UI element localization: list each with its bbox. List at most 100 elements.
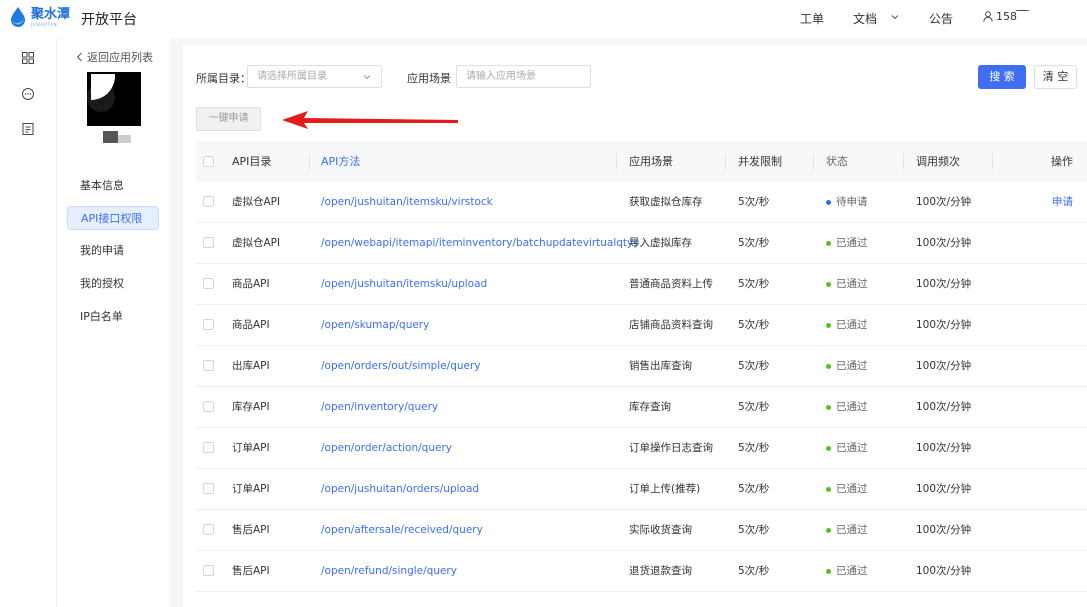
cell-method-link[interactable]: /open/skumap/query [321, 305, 429, 345]
header-method: API方法 [321, 155, 361, 168]
apps-grid-icon[interactable] [21, 51, 35, 65]
cell-limit: 5次/秒 [738, 360, 770, 372]
platform-title: 开放平台 [81, 12, 137, 28]
cell-method-link[interactable]: /open/aftersale/received/query [321, 510, 483, 550]
cell-limit: 5次/秒 [738, 442, 770, 454]
sidebar-item-api-permissions[interactable]: API接口权限 [67, 206, 159, 230]
cell-frequency: 100次/分钟 [916, 196, 972, 208]
cell-category: 售后API [232, 524, 270, 536]
cell-status: 已通过 [826, 510, 868, 550]
cell-scene: 店铺商品资料查询 [629, 319, 713, 331]
cell-method-link[interactable]: /open/refund/single/query [321, 551, 457, 591]
cell-apply-link[interactable]: 申请 [1027, 182, 1087, 222]
status-dot [826, 445, 831, 451]
cell-scene: 获取虚拟仓库存 [629, 196, 703, 208]
cell-category: 库存API [232, 401, 270, 413]
chat-icon[interactable] [21, 87, 35, 101]
clear-button[interactable]: 清 空 [1034, 65, 1077, 89]
cell-method-link[interactable]: /open/jushuitan/itemsku/virstock [321, 182, 493, 222]
back-to-app-list[interactable]: 返回应用列表 [76, 49, 153, 65]
cell-frequency: 100次/分钟 [916, 442, 972, 454]
cell-limit: 5次/秒 [738, 196, 770, 208]
icon-rail [0, 38, 57, 607]
search-button[interactable]: 搜 索 [978, 65, 1026, 89]
cell-scene: 退货退款查询 [629, 565, 692, 577]
cell-method-link[interactable]: /open/jushuitan/itemsku/upload [321, 264, 487, 304]
status-dot [826, 281, 831, 287]
sidebar-item-my-applications[interactable]: 我的申请 [67, 239, 159, 263]
logo-text: 聚水潭 [31, 6, 71, 22]
cell-status: 已通过 [826, 551, 868, 591]
cell-category: 商品API [232, 278, 270, 290]
nav-notice[interactable]: 公告 [929, 10, 953, 27]
nav-ticket[interactable]: 工单 [800, 10, 824, 27]
row-checkbox[interactable] [203, 524, 214, 535]
cell-status: 待申请 [826, 182, 868, 222]
table-row: 商品API/open/skumap/query 店铺商品资料查询 5次/秒 已通过 10… [196, 305, 1087, 346]
cell-status: 已通过 [826, 428, 868, 468]
cell-category: 商品API [232, 319, 270, 331]
status-text: 已通过 [836, 237, 868, 249]
table-header: API目录 API方法 应用场景 并发限制 状态 调用频次 操作 [196, 141, 1087, 182]
cell-scene: 库存查询 [629, 401, 671, 413]
select-all-checkbox[interactable] [203, 156, 214, 167]
document-icon[interactable] [21, 122, 35, 136]
row-checkbox[interactable] [203, 442, 214, 453]
cell-method-link[interactable]: /open/jushuitan/orders/upload [321, 469, 479, 509]
table-row: 库存API/open/inventory/query 库存查询 5次/秒 已通过 100… [196, 387, 1087, 428]
header-frequency: 调用频次 [916, 155, 960, 168]
logo[interactable]: 聚水潭 JUSHUITAN [8, 6, 70, 28]
cell-category: 售后API [232, 565, 270, 577]
water-drop-icon [8, 6, 28, 28]
cell-category: 订单API [232, 442, 270, 454]
row-checkbox[interactable] [203, 401, 214, 412]
header-operation: 操作 [1051, 155, 1073, 168]
cell-status: 已通过 [826, 305, 868, 345]
cell-frequency: 100次/分钟 [916, 401, 972, 413]
sidebar-item-my-authorizations[interactable]: 我的授权 [67, 272, 159, 296]
cell-frequency: 100次/分钟 [916, 319, 972, 331]
nav-docs[interactable]: 文档 [853, 10, 877, 27]
cell-method-link[interactable]: /open/order/action/query [321, 428, 452, 468]
sidebar-item-basic-info[interactable]: 基本信息 [67, 174, 159, 198]
top-bar: 聚水潭 JUSHUITAN 开放平台 工单 文档 公告 158 ͞ ͞ [0, 0, 1087, 38]
row-checkbox[interactable] [203, 196, 214, 207]
status-text: 已通过 [836, 524, 868, 536]
row-checkbox[interactable] [203, 483, 214, 494]
cell-limit: 5次/秒 [738, 237, 770, 249]
cell-limit: 5次/秒 [738, 278, 770, 290]
cell-status: 已通过 [826, 387, 868, 427]
row-checkbox[interactable] [203, 237, 214, 248]
cell-status: 已通过 [826, 469, 868, 509]
back-label: 返回应用列表 [87, 51, 153, 64]
status-text: 已通过 [836, 319, 868, 331]
cell-scene: 订单上传(推荐) [629, 483, 701, 495]
user-icon [983, 11, 993, 22]
status-dot [826, 199, 831, 205]
catalog-placeholder: 请选择所属目录 [257, 71, 327, 82]
cell-method-link[interactable]: /open/inventory/query [321, 387, 438, 427]
chevron-down-icon[interactable] [890, 12, 900, 22]
row-checkbox[interactable] [203, 360, 214, 371]
table-row: 虚拟仓API/open/webapi/itemapi/iteminventory… [196, 223, 1087, 264]
status-text: 已通过 [836, 401, 868, 413]
table-body: 虚拟仓API/open/jushuitan/itemsku/virstock 获取… [196, 182, 1087, 592]
row-checkbox[interactable] [203, 278, 214, 289]
cell-scene: 订单操作日志查询 [629, 442, 713, 454]
main-content: 所属目录： 请选择所属目录 应用场景 请输入应用场景 搜 索 清 空 一键申请 … [183, 45, 1087, 607]
sidebar-item-ip-whitelist[interactable]: IP白名单 [67, 305, 159, 329]
cell-limit: 5次/秒 [738, 565, 770, 577]
cell-method-link[interactable]: /open/orders/out/simple/query [321, 346, 481, 386]
cell-method-link[interactable]: /open/webapi/itemapi/iteminventory/batch… [321, 223, 639, 263]
row-checkbox[interactable] [203, 565, 214, 576]
cell-frequency: 100次/分钟 [916, 483, 972, 495]
scene-input[interactable]: 请输入应用场景 [456, 65, 591, 88]
cell-limit: 5次/秒 [738, 319, 770, 331]
status-dot [826, 486, 831, 492]
apply-all-button[interactable]: 一键申请 [196, 107, 261, 131]
catalog-select[interactable]: 请选择所属目录 [247, 65, 382, 88]
user-menu[interactable]: 158 ͞ ͞ [983, 10, 1024, 23]
cell-frequency: 100次/分钟 [916, 565, 972, 577]
status-text: 已通过 [836, 442, 868, 454]
row-checkbox[interactable] [203, 319, 214, 330]
